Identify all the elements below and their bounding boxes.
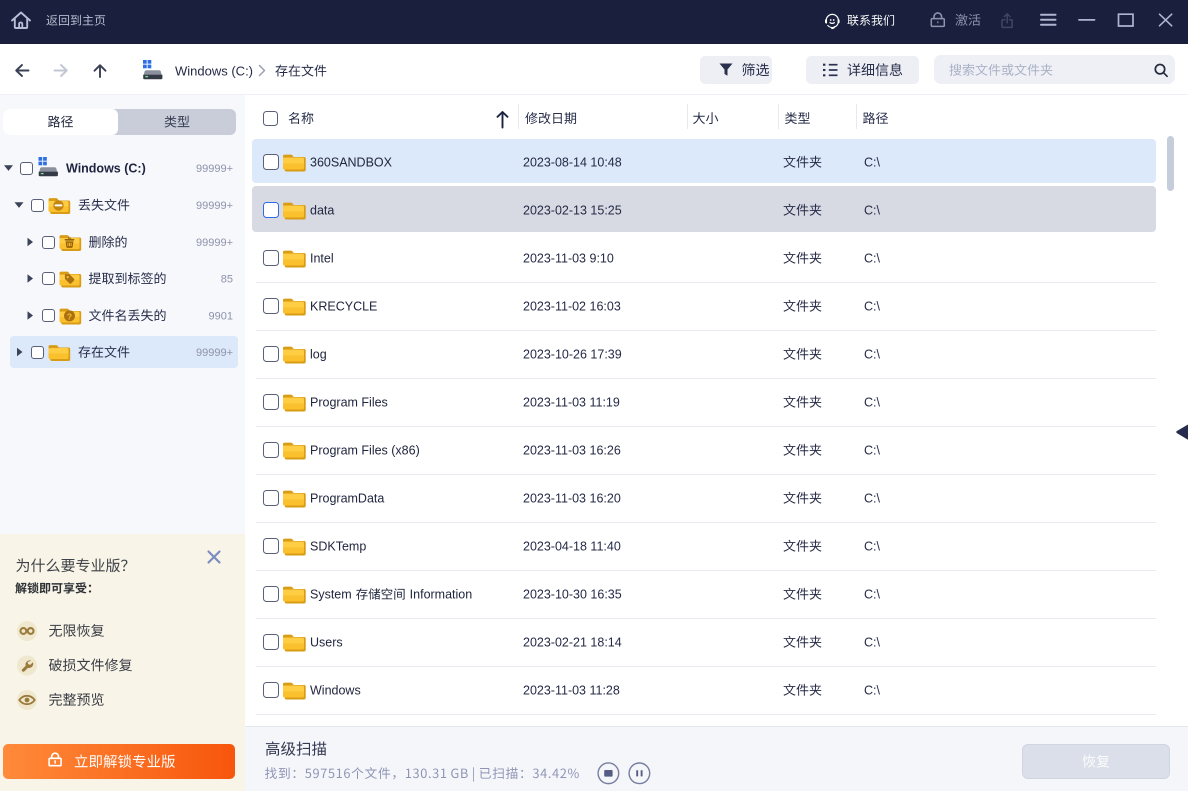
svg-text:Windows: Windows [310,684,361,698]
svg-text:C:\: C:\ [864,204,881,218]
svg-text:Windows (C:): Windows (C:) [175,64,253,79]
svg-text:2023-02-21 18:14: 2023-02-21 18:14 [523,636,622,650]
svg-text:Windows (C:): Windows (C:) [66,162,146,176]
svg-text:360SANDBOX: 360SANDBOX [310,156,393,170]
svg-text:99999+: 99999+ [196,200,233,212]
svg-text:data: data [310,204,334,218]
svg-text:2023-04-18 11:40: 2023-04-18 11:40 [523,540,621,554]
svg-text:C:\: C:\ [864,540,881,554]
svg-text:2023-11-02 16:03: 2023-11-02 16:03 [523,300,621,314]
svg-text:SDKTemp: SDKTemp [310,540,366,554]
svg-text:99999+: 99999+ [196,237,233,249]
svg-text:?: ? [67,311,72,321]
svg-text:2023-10-26 17:39: 2023-10-26 17:39 [523,348,622,362]
svg-text:Information: Information [410,588,473,602]
svg-text:KRECYCLE: KRECYCLE [310,300,377,314]
svg-text:85: 85 [221,274,233,286]
svg-text:99999+: 99999+ [196,163,233,175]
svg-text:2023-08-14 10:48: 2023-08-14 10:48 [523,156,622,170]
svg-text:2023-11-03 16:26: 2023-11-03 16:26 [523,444,621,458]
svg-text:C:\: C:\ [864,252,881,266]
svg-text:2023-02-13 15:25: 2023-02-13 15:25 [523,204,622,218]
svg-text:ProgramData: ProgramData [310,492,384,506]
svg-text:C:\: C:\ [864,636,881,650]
svg-text:C:\: C:\ [864,684,881,698]
svg-text:2023-11-03 9:10: 2023-11-03 9:10 [523,252,614,266]
svg-text:C:\: C:\ [864,396,881,410]
svg-text:C:\: C:\ [864,300,881,314]
svg-text:99999+: 99999+ [196,347,233,359]
svg-text:Program Files (x86): Program Files (x86) [310,444,420,458]
svg-text:Intel: Intel [310,252,334,266]
svg-text:9901: 9901 [209,311,233,323]
svg-text:log: log [310,348,327,362]
svg-text:C:\: C:\ [864,348,881,362]
svg-text:Users: Users [310,636,343,650]
svg-text:C:\: C:\ [864,444,881,458]
svg-text:System: System [310,588,352,602]
svg-text:2023-10-30 16:35: 2023-10-30 16:35 [523,588,622,602]
svg-text:C:\: C:\ [864,492,881,506]
svg-text:2023-11-03 11:19: 2023-11-03 11:19 [523,396,620,410]
svg-text:2023-11-03 16:20: 2023-11-03 16:20 [523,492,621,506]
svg-text:2023-11-03 11:28: 2023-11-03 11:28 [523,684,620,698]
svg-text:C:\: C:\ [864,588,881,602]
svg-text:Program Files: Program Files [310,396,388,410]
svg-text:C:\: C:\ [864,156,881,170]
